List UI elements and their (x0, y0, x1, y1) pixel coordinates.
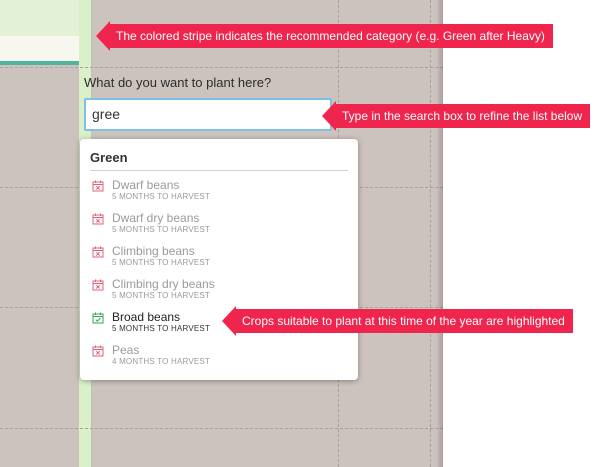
plant-search-input[interactable]: gree (84, 98, 332, 131)
garden-plan-area: What do you want to plant here? gree Gre… (0, 0, 443, 467)
crop-option-climbing-beans[interactable]: Climbing beans 5 MONTHS TO HARVEST (92, 244, 342, 272)
stripe-callout: The colored stripe indicates the recomme… (96, 21, 553, 51)
group-divider (90, 170, 348, 171)
callout-text: The colored stripe indicates the recomme… (116, 29, 545, 43)
callout-arrow (96, 21, 110, 51)
crop-option-dwarf-beans[interactable]: Dwarf beans 5 MONTHS TO HARVEST (92, 178, 342, 206)
crop-option-climbing-dry-beans[interactable]: Climbing dry beans 5 MONTHS TO HARVEST (92, 277, 342, 305)
panel-edge-shadow (437, 0, 443, 467)
garden-bed-cell[interactable] (0, 0, 79, 36)
grid-line (430, 0, 431, 467)
harvest-time: 4 MONTHS TO HARVEST (112, 357, 211, 366)
highlight-callout: Crops suitable to plant at this time of … (222, 306, 573, 336)
grid-line (0, 428, 443, 429)
crop-name: Dwarf dry beans (112, 211, 200, 225)
crop-option-dwarf-dry-beans[interactable]: Dwarf dry beans 5 MONTHS TO HARVEST (92, 211, 342, 239)
callout-text: Crops suitable to plant at this time of … (242, 314, 565, 328)
bed-border (0, 61, 79, 65)
harvest-time: 5 MONTHS TO HARVEST (112, 225, 211, 234)
callout-arrow (222, 306, 236, 336)
calendar-x-icon (92, 345, 104, 357)
calendar-x-icon (92, 246, 104, 258)
plant-prompt-label: What do you want to plant here? (84, 75, 272, 90)
harvest-time: 5 MONTHS TO HARVEST (112, 192, 211, 201)
crop-name: Peas (112, 343, 140, 357)
harvest-time: 5 MONTHS TO HARVEST (112, 324, 211, 333)
callout-arrow (322, 101, 336, 131)
calendar-x-icon (92, 279, 104, 291)
crop-name: Broad beans (112, 310, 181, 324)
crop-option-peas[interactable]: Peas 4 MONTHS TO HARVEST (92, 343, 342, 371)
garden-bed-cell[interactable] (0, 36, 79, 62)
harvest-time: 5 MONTHS TO HARVEST (112, 258, 211, 267)
calendar-x-icon (92, 213, 104, 225)
crop-name: Climbing dry beans (112, 277, 215, 291)
search-callout: Type in the search box to refine the lis… (322, 101, 591, 131)
crop-group-title: Green (90, 150, 128, 165)
calendar-check-icon (92, 312, 104, 324)
callout-text: Type in the search box to refine the lis… (342, 109, 583, 123)
calendar-x-icon (92, 180, 104, 192)
grid-line (0, 67, 443, 68)
crop-name: Dwarf beans (112, 178, 180, 192)
crop-name: Climbing beans (112, 244, 195, 258)
crop-suggestions-dropdown: Green Dwarf beans 5 MONTHS TO HARVEST Dw… (80, 139, 358, 380)
harvest-time: 5 MONTHS TO HARVEST (112, 291, 211, 300)
